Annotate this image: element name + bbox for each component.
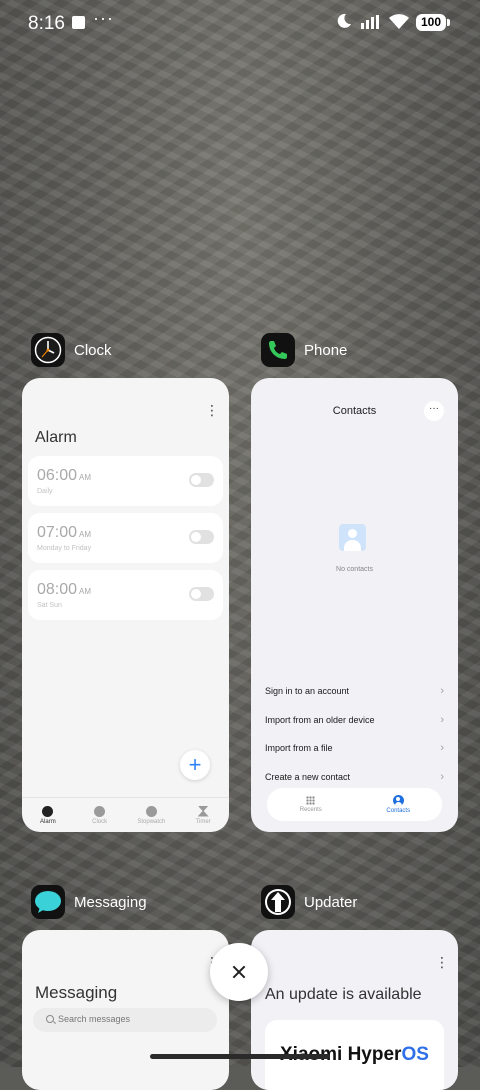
phone-icon — [261, 333, 295, 367]
messaging-title: Messaging — [35, 983, 118, 1002]
alarm-toggle — [189, 587, 214, 601]
contacts-icon — [392, 795, 404, 806]
clock-app-header[interactable]: Clock — [31, 333, 112, 367]
phone-bottom-nav: Recents Contacts — [267, 788, 442, 821]
alarm-toggle — [189, 530, 214, 544]
chevron-right-icon: › — [440, 685, 444, 697]
search-icon — [46, 1015, 54, 1023]
chevron-right-icon: › — [440, 742, 444, 754]
chevron-right-icon: › — [440, 714, 444, 726]
alarm-toggle — [189, 473, 214, 487]
battery-indicator: 100 — [416, 14, 446, 31]
alarm-row: 07:00 AM Monday to Friday — [28, 513, 223, 563]
battery-tip — [447, 19, 450, 26]
alarm-row: 08:00 AM Sat Sun — [28, 570, 223, 620]
alarm-repeat: Sat Sun — [37, 602, 62, 609]
sign-in-action: Sign in to an account › — [265, 685, 444, 697]
alarm-time: 08:00 AM — [37, 581, 92, 598]
phone-nav-recents: Recents — [267, 788, 355, 821]
messaging-app-header[interactable]: Messaging — [31, 885, 147, 919]
phone-nav-contacts: Contacts — [355, 788, 443, 821]
alarm-repeat: Daily — [37, 488, 53, 495]
home-indicator[interactable] — [150, 1054, 330, 1059]
signal-icon — [361, 15, 379, 29]
clock-app-preview[interactable]: ⋮ Alarm 06:00 AM Daily 07:00 AM Monday to … — [22, 378, 229, 832]
more-notifications-icon: ··· — [93, 8, 114, 28]
clock-face-icon — [94, 805, 106, 817]
updater-app-preview[interactable]: ⋮ An update is available Xiaomi HyperOS — [251, 930, 458, 1090]
alarm-icon — [42, 805, 54, 817]
phone-app-header[interactable]: Phone — [261, 333, 347, 367]
updater-app-name: Updater — [304, 893, 358, 911]
clock-app-name: Clock — [74, 341, 112, 359]
no-contacts-text: No contacts — [336, 566, 373, 573]
messaging-icon — [31, 885, 65, 919]
empty-contact-icon — [339, 524, 366, 551]
messaging-app-preview[interactable]: ⋮ Messaging Search messages — [22, 930, 229, 1090]
phone-app-preview[interactable]: Contacts ··· No contacts Sign in to an a… — [251, 378, 458, 832]
phone-app-name: Phone — [304, 341, 348, 359]
search-messages-field: Search messages — [33, 1008, 217, 1032]
notification-square-icon — [72, 16, 85, 29]
wifi-icon — [389, 14, 409, 29]
import-older-device-action: Import from an older device › — [265, 714, 444, 726]
import-file-action: Import from a file › — [265, 742, 444, 754]
alarm-time: 07:00 AM — [37, 524, 92, 541]
create-contact-action: Create a new contact › — [265, 771, 444, 783]
moon-icon — [337, 13, 351, 28]
clock-bottom-nav: Alarm Clock Stopwatch Timer — [22, 797, 229, 832]
more-options-icon: ··· — [424, 401, 444, 421]
alarm-time: 06:00 AM — [37, 467, 92, 484]
alarm-row: 06:00 AM Daily — [28, 456, 223, 506]
messaging-app-name: Messaging — [74, 893, 147, 911]
updater-icon — [261, 885, 295, 919]
alarm-repeat: Monday to Friday — [37, 545, 92, 552]
clock-nav-timer: Timer — [177, 798, 229, 832]
dialpad-icon — [306, 796, 316, 805]
more-options-icon: ⋮ — [435, 954, 450, 970]
clear-all-button[interactable] — [210, 943, 268, 1001]
clock-nav-clock: Clock — [74, 798, 126, 832]
updater-app-header[interactable]: Updater — [261, 885, 357, 919]
clock-icon — [31, 333, 65, 367]
alarm-title: Alarm — [35, 429, 77, 446]
search-placeholder: Search messages — [58, 1014, 131, 1024]
clock-nav-alarm: Alarm — [22, 798, 74, 832]
status-time: 8:16 — [28, 13, 65, 34]
hourglass-icon — [197, 805, 209, 817]
stopwatch-icon — [145, 805, 157, 817]
clock-nav-stopwatch: Stopwatch — [126, 798, 178, 832]
update-available-title: An update is available — [265, 986, 422, 1003]
more-options-icon: ⋮ — [205, 402, 220, 418]
add-alarm-button: + — [180, 750, 210, 780]
status-bar: 8:16 ··· 100 — [0, 0, 480, 46]
chevron-right-icon: › — [440, 771, 444, 783]
